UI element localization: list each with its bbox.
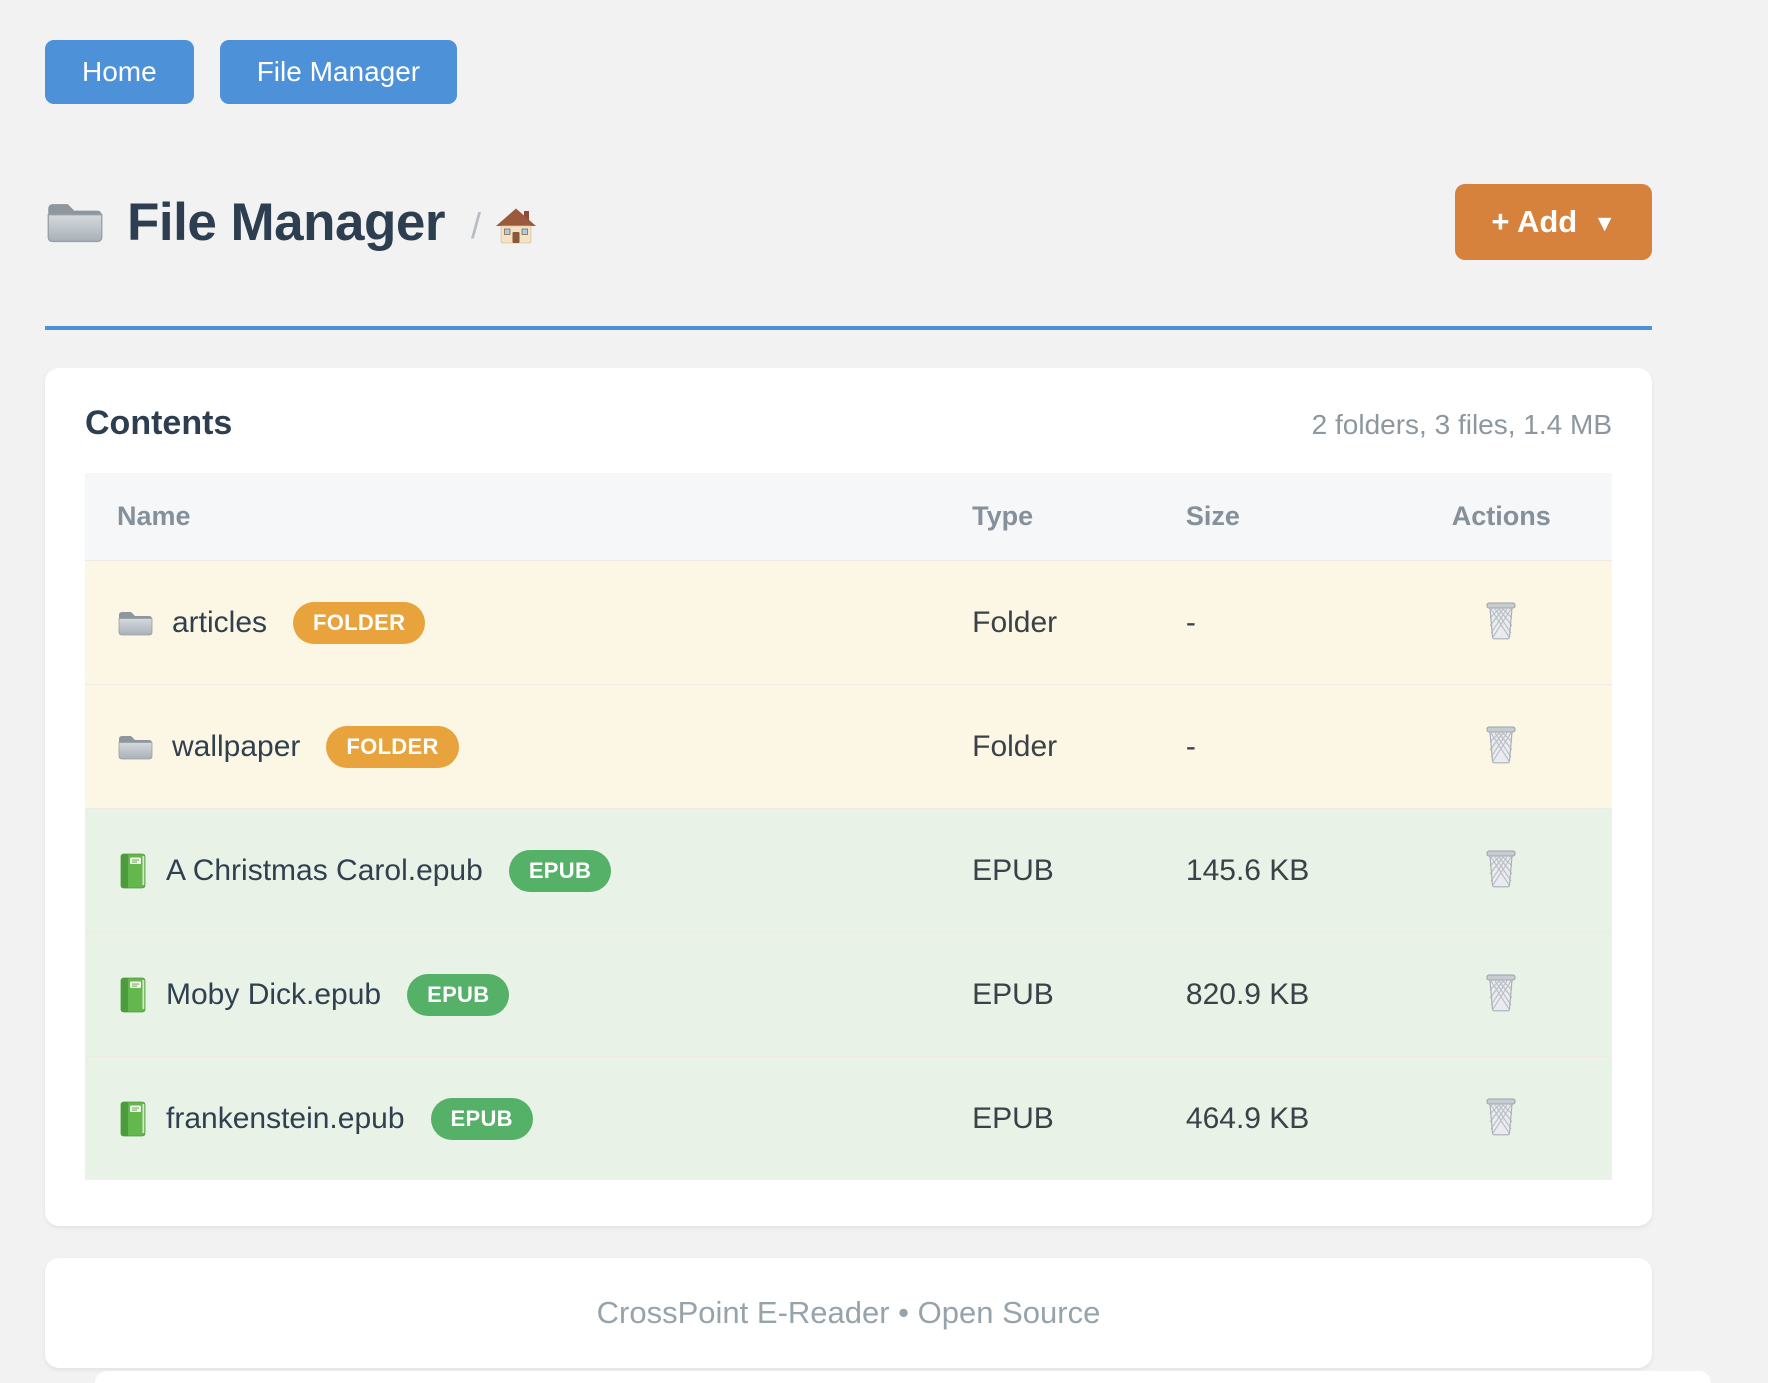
- table-row[interactable]: wallpaper FOLDER Folder-: [85, 685, 1612, 809]
- column-header-type: Type: [940, 473, 1154, 561]
- size-cell: 820.9 KB: [1154, 933, 1391, 1057]
- type-cell: Folder: [940, 561, 1154, 685]
- trash-icon: [1484, 972, 1518, 1012]
- green-book-icon: [117, 977, 148, 1013]
- add-button-label: + Add: [1491, 204, 1577, 240]
- folder-icon: [117, 732, 154, 762]
- file-name: articles: [172, 606, 267, 640]
- trash-icon: [1484, 1096, 1518, 1136]
- trash-icon: [1484, 724, 1518, 764]
- size-cell: -: [1154, 685, 1391, 809]
- contents-summary: 2 folders, 3 files, 1.4 MB: [1312, 409, 1612, 441]
- type-badge: FOLDER: [326, 726, 458, 768]
- table-header: Name Type Size Actions: [85, 473, 1612, 561]
- delete-button[interactable]: [1478, 722, 1524, 769]
- bottom-peek-card: [95, 1371, 1711, 1383]
- breadcrumb-separator: /: [471, 205, 481, 247]
- column-header-actions: Actions: [1391, 473, 1612, 561]
- type-badge: EPUB: [509, 850, 611, 892]
- size-cell: -: [1154, 561, 1391, 685]
- top-navigation: Home File Manager: [45, 40, 1652, 104]
- house-icon[interactable]: [495, 207, 537, 245]
- table-row[interactable]: Moby Dick.epubEPUBEPUB820.9 KB: [85, 933, 1612, 1057]
- table-row[interactable]: frankenstein.epubEPUBEPUB464.9 KB: [85, 1057, 1612, 1181]
- folder-icon: [117, 608, 154, 638]
- page: Home File Manager File Manager / + Add ▼…: [0, 0, 1652, 1368]
- size-cell: 145.6 KB: [1154, 809, 1391, 933]
- page-header: File Manager / + Add ▼: [45, 184, 1652, 260]
- type-cell: EPUB: [940, 933, 1154, 1057]
- footer-text: CrossPoint E-Reader • Open Source: [597, 1295, 1101, 1331]
- nav-file-manager-button[interactable]: File Manager: [220, 40, 457, 104]
- add-button[interactable]: + Add ▼: [1455, 184, 1652, 260]
- file-name: wallpaper: [172, 730, 300, 764]
- file-name: frankenstein.epub: [166, 1102, 405, 1136]
- caret-down-icon: ▼: [1593, 207, 1616, 237]
- contents-card: Contents 2 folders, 3 files, 1.4 MB Name…: [45, 368, 1652, 1226]
- files-table: Name Type Size Actions articles FOLDER Fol…: [85, 473, 1612, 1180]
- delete-button[interactable]: [1478, 970, 1524, 1017]
- table-row[interactable]: A Christmas Carol.epubEPUBEPUB145.6 KB: [85, 809, 1612, 933]
- type-cell: EPUB: [940, 809, 1154, 933]
- table-row[interactable]: articles FOLDER Folder-: [85, 561, 1612, 685]
- nav-home-button[interactable]: Home: [45, 40, 194, 104]
- file-name: Moby Dick.epub: [166, 978, 381, 1012]
- footer-card: CrossPoint E-Reader • Open Source: [45, 1258, 1652, 1368]
- file-name: A Christmas Carol.epub: [166, 854, 483, 888]
- delete-button[interactable]: [1478, 1094, 1524, 1141]
- type-badge: FOLDER: [293, 602, 425, 644]
- column-header-size: Size: [1154, 473, 1391, 561]
- green-book-icon: [117, 1101, 148, 1137]
- contents-title: Contents: [85, 404, 232, 443]
- delete-button[interactable]: [1478, 598, 1524, 645]
- type-badge: EPUB: [431, 1098, 533, 1140]
- column-header-name: Name: [85, 473, 940, 561]
- type-badge: EPUB: [407, 974, 509, 1016]
- contents-header: Contents 2 folders, 3 files, 1.4 MB: [85, 404, 1612, 443]
- green-book-icon: [117, 853, 148, 889]
- type-cell: EPUB: [940, 1057, 1154, 1181]
- trash-icon: [1484, 600, 1518, 640]
- delete-button[interactable]: [1478, 846, 1524, 893]
- type-cell: Folder: [940, 685, 1154, 809]
- trash-icon: [1484, 848, 1518, 888]
- header-divider: [45, 326, 1652, 330]
- page-title: File Manager: [127, 192, 445, 253]
- size-cell: 464.9 KB: [1154, 1057, 1391, 1181]
- folder-icon: [45, 197, 105, 247]
